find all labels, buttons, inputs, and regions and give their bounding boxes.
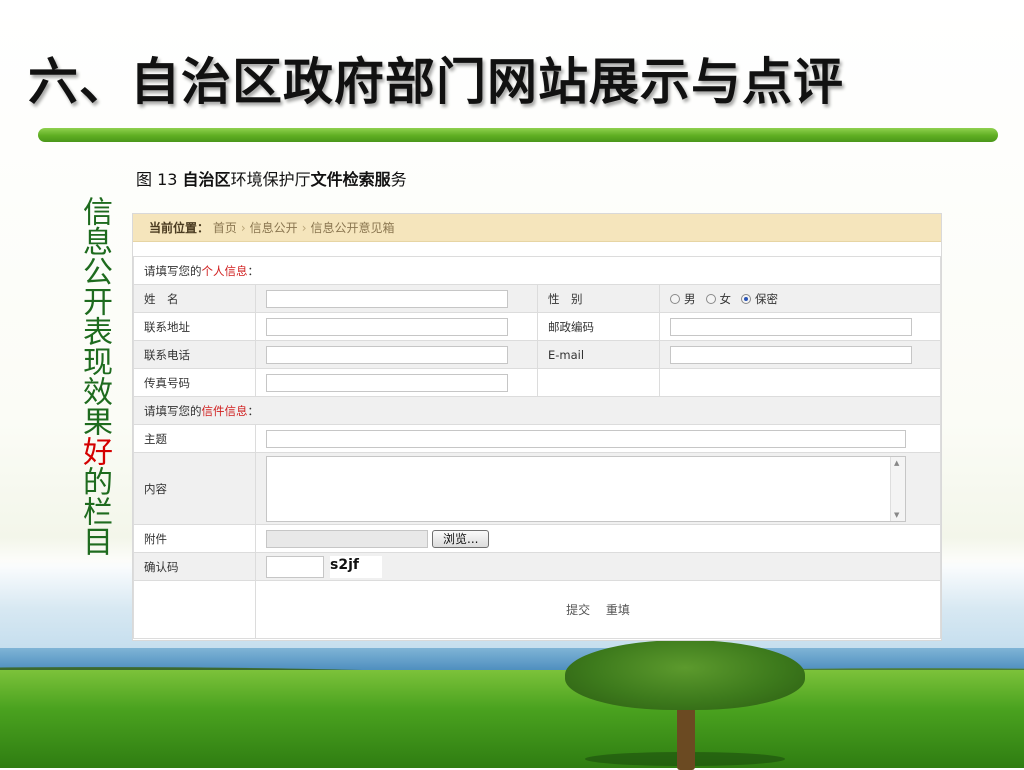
gender-radio-male[interactable]: [670, 293, 680, 304]
breadcrumb-link-mailbox[interactable]: 信息公开意见箱: [311, 221, 395, 235]
gender-option-label: 保密: [755, 291, 778, 306]
fax-label: 传真号码: [133, 368, 256, 397]
caption-part: 环境保护厅: [230, 170, 311, 189]
breadcrumb-separator: ›: [301, 221, 307, 235]
background-meadow: [0, 670, 1024, 768]
section-heading-highlight: 信件信息: [201, 403, 248, 418]
subject-input[interactable]: [266, 429, 906, 448]
form-row: 附件 浏览...: [133, 524, 941, 553]
slide-title: 六、自治区政府部门网站展示与点评: [28, 52, 844, 111]
form-row: 主题: [133, 424, 941, 453]
side-label-text: 信息公开表现效果: [77, 196, 112, 436]
background-tree: [565, 640, 805, 770]
address-label: 联系地址: [133, 312, 256, 341]
name-label: 姓 名: [133, 284, 256, 313]
title-underline-bar: [38, 128, 998, 142]
captcha-label: 确认码: [133, 552, 256, 581]
section-row: 请填写您的信件信息：: [133, 396, 941, 425]
content-textarea[interactable]: ▲ ▼: [266, 455, 906, 522]
name-input[interactable]: [266, 289, 508, 308]
section-heading-text: ：: [247, 403, 260, 418]
section-row: 请填写您的个人信息：: [133, 256, 941, 285]
section-heading-highlight: 个人信息: [201, 263, 248, 278]
caption-part: 文件检索服: [310, 170, 391, 189]
empty-cell: [659, 368, 941, 397]
phone-label: 联系电话: [133, 340, 256, 369]
caption-part: 务: [390, 170, 407, 189]
breadcrumb-link-home[interactable]: 首页: [213, 221, 237, 235]
form-row: 姓 名 性 别 男 女 保密: [133, 284, 941, 313]
email-label: E-mail: [537, 340, 660, 369]
figure-caption: 图 13 自治区环境保护厅文件检索服务: [136, 166, 407, 190]
form-row: 联系电话 E-mail: [133, 340, 941, 369]
gender-radio-secret[interactable]: [741, 293, 751, 304]
reset-button[interactable]: 重填: [606, 603, 630, 617]
breadcrumb-link-info-open[interactable]: 信息公开: [250, 221, 298, 235]
embedded-web-page: 当前位置： 首页 › 信息公开 › 信息公开意见箱 请填写您的个人信息： 姓 名 性 别…: [132, 213, 942, 641]
textarea-scrollbar[interactable]: ▲ ▼: [890, 456, 905, 521]
attachment-label: 附件: [133, 524, 256, 553]
postcode-input[interactable]: [670, 317, 912, 336]
address-input[interactable]: [266, 317, 508, 336]
subject-label: 主题: [133, 424, 256, 453]
breadcrumb-label: 当前位置：: [149, 221, 210, 235]
breadcrumb: 当前位置： 首页 › 信息公开 › 信息公开意见箱: [133, 214, 941, 242]
side-label-text: 的栏目: [77, 466, 112, 556]
section-heading-text: 请填写您的: [144, 263, 202, 278]
postcode-label: 邮政编码: [537, 312, 660, 341]
gender-option-label: 女: [719, 291, 732, 306]
scroll-up-arrow-icon[interactable]: ▲: [894, 459, 899, 467]
empty-cell: [537, 368, 660, 397]
form-actions: 提交 重填: [255, 580, 941, 639]
feedback-form: 请填写您的个人信息： 姓 名 性 别 男 女 保密 联系地址 邮政编码 联系电话: [133, 256, 941, 639]
gender-option-label: 男: [684, 291, 696, 306]
caption-part: 图 13: [136, 170, 183, 189]
gender-radio-female[interactable]: [705, 293, 716, 304]
fax-input[interactable]: [266, 373, 508, 392]
form-row: 确认码 s2jf: [133, 552, 941, 581]
captcha-input[interactable]: [266, 555, 324, 578]
attachment-path-field[interactable]: [266, 529, 428, 548]
phone-input[interactable]: [266, 345, 508, 364]
section-heading-text: 请填写您的: [144, 403, 202, 418]
gender-radio-group: 男 女 保密: [670, 291, 930, 307]
side-label-highlight: 好: [77, 436, 112, 466]
form-row: 传真号码: [133, 368, 941, 397]
browse-button[interactable]: 浏览...: [432, 529, 490, 548]
section-heading-personal: 请填写您的个人信息：: [133, 256, 941, 285]
form-row: 内容 ▲ ▼: [133, 452, 941, 525]
captcha-image: s2jf: [330, 555, 382, 578]
email-input[interactable]: [670, 345, 912, 364]
caption-part: 自治区: [182, 170, 231, 189]
submit-button[interactable]: 提交: [566, 603, 590, 617]
section-heading-letter: 请填写您的信件信息：: [133, 396, 941, 425]
side-vertical-label: 信息公开表现效果好的栏目: [66, 196, 112, 556]
scroll-down-arrow-icon[interactable]: ▼: [894, 511, 899, 519]
gender-label: 性 别: [537, 284, 660, 313]
form-row: 提交 重填: [133, 580, 941, 639]
content-label: 内容: [133, 452, 256, 525]
form-row: 联系地址 邮政编码: [133, 312, 941, 341]
empty-cell: [133, 580, 256, 639]
breadcrumb-separator: ›: [240, 221, 246, 235]
section-heading-text: ：: [247, 263, 260, 278]
